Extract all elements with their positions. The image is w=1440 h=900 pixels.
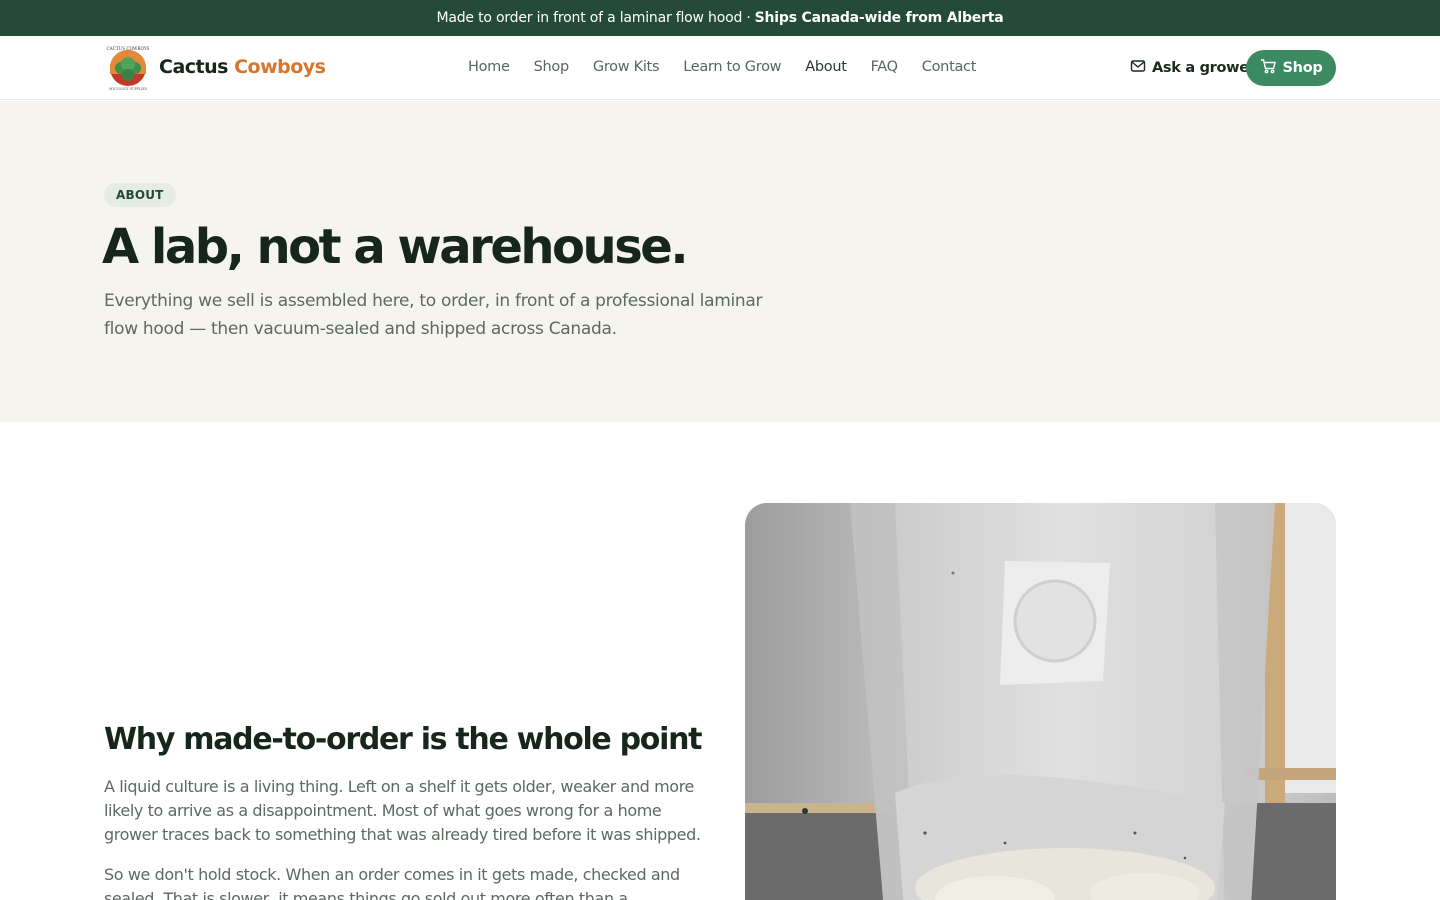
brand-name-primary: Cactus (159, 56, 228, 78)
main-nav: Home Shop Grow Kits Learn to Grow About … (468, 59, 976, 75)
nav-grow-kits[interactable]: Grow Kits (593, 59, 660, 75)
section-paragraph: So we don't hold stock. When an order co… (104, 865, 680, 900)
brand-name[interactable]: Cactus Cowboys (159, 56, 326, 78)
nav-shop[interactable]: Shop (534, 59, 570, 75)
nav-faq[interactable]: FAQ (871, 59, 898, 75)
announcement-text: Made to order in front of a laminar flow… (436, 10, 751, 26)
shop-button-label: Shop (1282, 60, 1323, 76)
announcement-strong: Ships Canada-wide from Alberta (754, 10, 1004, 26)
brand-name-accent: Cowboys (234, 56, 326, 78)
hero-subtitle: Everything we sell is assembled here, to… (104, 291, 763, 339)
shop-button[interactable]: Shop (1246, 50, 1336, 86)
nav-learn-to-grow[interactable]: Learn to Grow (683, 59, 781, 75)
brand-logo[interactable]: CACTUS COWBOYS MYCOLOGY SUPPLIES (104, 44, 152, 92)
nav-about[interactable]: About (805, 59, 847, 75)
ask-a-grower-label: Ask a grower (1152, 60, 1256, 76)
site-header: CACTUS COWBOYS MYCOLOGY SUPPLIES Cactus … (0, 36, 1440, 100)
section-paragraph: A liquid culture is a living thing. Left… (104, 777, 701, 844)
announcement-bar: Made to order in front of a laminar flow… (0, 0, 1440, 36)
section-badge: ABOUT (104, 183, 176, 207)
cart-icon (1260, 58, 1277, 78)
nav-contact[interactable]: Contact (922, 59, 977, 75)
mail-icon (1130, 58, 1146, 78)
nav-home[interactable]: Home (468, 59, 510, 75)
svg-text:MYCOLOGY SUPPLIES: MYCOLOGY SUPPLIES (109, 87, 147, 91)
grow-bag-photo (745, 503, 1336, 900)
section-title: Why made-to-order is the whole point (104, 722, 703, 757)
ask-a-grower-link[interactable]: Ask a grower (1130, 58, 1256, 78)
page-title: A lab, not a warehouse. (102, 219, 689, 275)
hero-section: ABOUT A lab, not a warehouse. Everything… (0, 101, 1440, 422)
